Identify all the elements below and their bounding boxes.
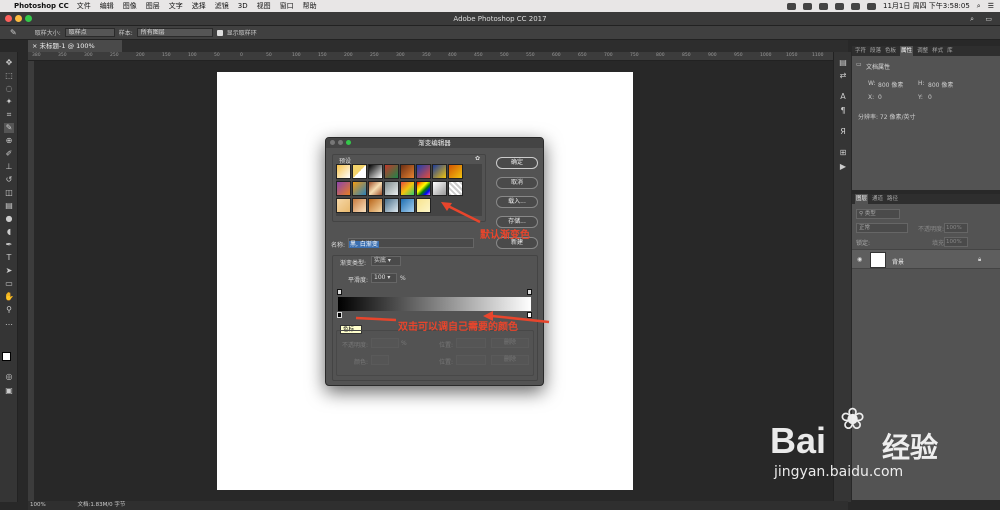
annotation-arrow-1: [447, 204, 481, 224]
height-value[interactable]: 800 像素: [928, 80, 953, 89]
watermark-url: jingyan.baidu.com: [774, 464, 904, 480]
height-label: H:: [918, 80, 925, 87]
baidu-watermark: Bai ❀ 经验 jingyan.baidu.com: [760, 400, 995, 500]
layer-row[interactable]: ◉ 背景 🔒︎: [852, 249, 1000, 269]
annotation-default-gradient: 默认渐变色: [480, 230, 530, 241]
paw-logo-icon: ❀: [840, 402, 866, 437]
blend-mode-select[interactable]: 正常: [856, 223, 908, 233]
properties-panel: ▭ 文档属性 W: 800 像素 H: 800 像素 X: 0 Y: 0 分辨率…: [852, 56, 1000, 190]
annotation-double-click: 双击可以调自己需要的颜色: [398, 322, 518, 333]
resolution-text: 分辨率: 72 像素/英寸: [858, 114, 916, 121]
play-panel-icon[interactable]: ▶: [838, 162, 848, 172]
layer-name[interactable]: 背景: [892, 257, 904, 266]
opacity-label: 不透明度:: [918, 226, 945, 233]
tab-libraries[interactable]: 库: [947, 46, 953, 56]
tab-properties[interactable]: 属性: [900, 46, 914, 56]
status-bar: 100% 文档:1.83M/0 字节: [28, 501, 848, 510]
tab-styles[interactable]: 样式: [932, 46, 943, 56]
layer-opacity-input[interactable]: 100%: [944, 223, 968, 233]
tab-paragraph[interactable]: 段落: [870, 46, 881, 56]
visibility-eye-icon[interactable]: ◉: [857, 256, 862, 263]
document-icon: ▭: [856, 61, 862, 68]
layer-filter-select[interactable]: ⚲ 类型: [856, 209, 900, 219]
timeline-panel-icon[interactable]: ⊞: [838, 148, 848, 158]
width-label: W:: [868, 80, 876, 87]
layers-tab-bar: 图层 通道 路径: [852, 194, 1000, 204]
lock-label: 锁定:: [856, 240, 871, 247]
tab-paths[interactable]: 路径: [887, 194, 898, 204]
history-panel-icon[interactable]: ▤: [838, 58, 848, 68]
document-info: 文档:1.83M/0 字节: [77, 502, 126, 508]
watermark-brand: Bai: [770, 420, 827, 461]
tab-adjustments[interactable]: 调整: [917, 46, 928, 56]
tab-layers[interactable]: 图层: [855, 194, 869, 204]
layer-thumbnail: [870, 252, 886, 268]
fill-input[interactable]: 100%: [944, 237, 968, 247]
tab-channels[interactable]: 通道: [872, 194, 883, 204]
x-value[interactable]: 0: [878, 94, 882, 101]
properties-title: 文档属性: [866, 64, 891, 71]
character-panel-icon[interactable]: A: [838, 92, 848, 102]
adjust-panel-icon[interactable]: ⇄: [838, 71, 848, 81]
properties-tab-bar: 字符 段落 色板 属性 调整 样式 库: [852, 46, 1000, 56]
tab-character[interactable]: 字符: [855, 46, 866, 56]
y-label: Y:: [918, 94, 923, 101]
annotation-arrow-2: [355, 316, 397, 322]
watermark-brand-2: 经验: [882, 431, 939, 464]
glyphs-panel-icon[interactable]: Я: [838, 127, 848, 137]
tab-swatches[interactable]: 色板: [885, 46, 896, 56]
lock-icon: 🔒︎: [978, 256, 982, 263]
layer-filter-value: 类型: [864, 211, 876, 217]
width-value[interactable]: 800 像素: [878, 80, 903, 89]
y-value[interactable]: 0: [928, 94, 932, 101]
paragraph-panel-icon[interactable]: ¶: [838, 106, 848, 116]
x-label: X:: [868, 94, 875, 101]
zoom-level[interactable]: 100%: [30, 502, 46, 508]
